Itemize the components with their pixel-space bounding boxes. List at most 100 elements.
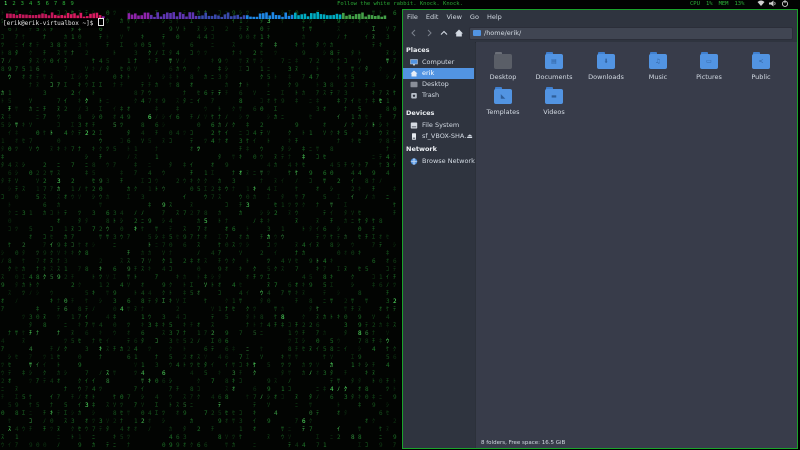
svg-text:ﾈ: ﾈ <box>372 394 375 401</box>
svg-text:ﾅ: ﾅ <box>225 218 228 225</box>
svg-text:ｷ: ｷ <box>358 362 361 369</box>
svg-text:ﾃ: ﾃ <box>211 314 214 321</box>
svg-text:ｻ: ｻ <box>281 426 284 433</box>
svg-text:ﾉ: ﾉ <box>78 106 81 113</box>
folder-pictures[interactable]: ▭ Pictures <box>685 52 733 81</box>
home-button[interactable] <box>453 27 465 39</box>
svg-text:3: 3 <box>386 34 390 41</box>
svg-text:ｻ: ｻ <box>127 410 130 417</box>
sidebar-item-browse-network[interactable]: Browse Network <box>403 156 475 167</box>
workspace-9[interactable]: 9 <box>71 0 74 8</box>
svg-text:0: 0 <box>8 218 12 225</box>
svg-text:ｷ: ｷ <box>337 66 340 73</box>
svg-text:ﾉ: ﾉ <box>344 122 347 129</box>
svg-text:ｴ: ｴ <box>246 354 249 361</box>
svg-text:ﾅ: ﾅ <box>372 178 375 185</box>
svg-text:ﾂ: ﾂ <box>1 362 4 369</box>
sidebar-item-shared-folder[interactable]: sf_VBOX-SHA... ⏏ <box>403 131 474 142</box>
svg-text:ｸ: ｸ <box>379 66 382 73</box>
svg-text:ｼ: ｼ <box>71 410 74 417</box>
svg-text:0: 0 <box>316 338 320 345</box>
svg-text:ﾃ: ﾃ <box>15 186 18 193</box>
svg-text:ｸ: ｸ <box>134 186 137 193</box>
svg-text:ﾅ: ﾅ <box>57 330 60 337</box>
svg-text:ｱ: ｱ <box>113 162 116 169</box>
svg-text:ｴ: ｴ <box>267 274 270 281</box>
svg-text:ﾄ: ﾄ <box>253 314 256 321</box>
menu-go[interactable]: Go <box>466 13 483 21</box>
svg-text:ｽ: ｽ <box>183 394 186 401</box>
svg-text:ｻ: ｻ <box>323 178 326 185</box>
sidebar-item-computer[interactable]: Computer <box>403 57 474 68</box>
svg-text:ｷ: ｷ <box>211 58 214 65</box>
svg-text:ｲ: ｲ <box>183 194 186 201</box>
svg-text:ｳ: ｳ <box>1 370 4 377</box>
eject-icon[interactable]: ⏏ <box>467 131 473 142</box>
workspace-3[interactable]: 3 <box>21 0 24 8</box>
svg-text:ﾄ: ﾄ <box>330 314 333 321</box>
svg-text:ｲ: ｲ <box>351 178 354 185</box>
menu-file[interactable]: File <box>403 13 422 21</box>
workspace-5[interactable]: 5 <box>37 0 40 8</box>
svg-text:ｳ: ｳ <box>155 178 158 185</box>
file-view[interactable]: Desktop ▤ Documents ⬇ Downloads ♫ Music … <box>476 42 797 438</box>
sidebar-item-desktop[interactable]: Desktop <box>403 79 474 90</box>
menu-help[interactable]: Help <box>483 13 506 21</box>
svg-text:1: 1 <box>204 170 208 177</box>
svg-text:ﾀ: ﾀ <box>22 250 25 257</box>
svg-text:3: 3 <box>232 370 236 377</box>
location-bar[interactable]: /home/erik/ <box>469 27 793 40</box>
svg-text:ｵ: ｵ <box>239 170 242 177</box>
folder-documents[interactable]: ▤ Documents <box>530 52 578 81</box>
svg-text:ｺ: ｺ <box>190 130 193 137</box>
svg-text:ﾆ: ﾆ <box>1 386 4 393</box>
folder-public[interactable]: < Public <box>737 52 785 81</box>
svg-text:ｺ: ｺ <box>267 242 270 249</box>
svg-text:2: 2 <box>351 186 355 193</box>
svg-text:ｶ: ｶ <box>64 34 67 41</box>
svg-text:ｳ: ｳ <box>162 186 165 193</box>
sidebar-item-erik[interactable]: erik <box>403 68 474 79</box>
svg-text:ﾉ: ﾉ <box>141 210 144 217</box>
folder-desktop[interactable]: Desktop <box>479 52 527 81</box>
svg-text:ﾂ: ﾂ <box>309 18 312 25</box>
up-button[interactable] <box>438 27 450 39</box>
terminal-window[interactable]: ﾄﾂｺﾂﾄ78ｶﾄｽ51ﾀﾈﾀﾀｺｼﾉｽ9ｵｱ4ｱﾂｳ2ﾆﾁ0ｽｳﾆ668ﾉ9ｳ… <box>0 8 401 450</box>
svg-text:ｱ: ｱ <box>372 242 375 249</box>
menu-view[interactable]: View <box>442 13 465 21</box>
menu-edit[interactable]: Edit <box>422 13 443 21</box>
svg-text:5: 5 <box>29 226 33 233</box>
workspace-1[interactable]: 1 <box>4 0 7 8</box>
workspace-8[interactable]: 8 <box>62 0 65 8</box>
workspace-4[interactable]: 4 <box>29 0 32 8</box>
workspace-6[interactable]: 6 <box>46 0 49 8</box>
folder-downloads[interactable]: ⬇ Downloads <box>582 52 630 81</box>
svg-text:ｵ: ｵ <box>148 418 151 425</box>
sidebar-item-trash[interactable]: Trash <box>403 90 474 101</box>
sidebar-item-file-system[interactable]: File System <box>403 120 474 131</box>
svg-text:ﾉ: ﾉ <box>78 394 81 401</box>
svg-text:5: 5 <box>386 354 390 361</box>
svg-text:3: 3 <box>246 202 250 209</box>
svg-text:ｿ: ｿ <box>358 58 361 65</box>
workspace-2[interactable]: 2 <box>12 0 15 8</box>
workspace-7[interactable]: 7 <box>54 0 57 8</box>
svg-text:ﾃ: ﾃ <box>253 402 256 409</box>
terminal-prompt[interactable]: [erik@erik-virtualbox ~]$ <box>3 18 106 28</box>
svg-text:ｸ: ｸ <box>246 306 249 313</box>
svg-text:ﾅ: ﾅ <box>148 58 151 65</box>
folder-templates[interactable]: ◣ Templates <box>479 87 527 116</box>
svg-text:6: 6 <box>190 42 194 49</box>
back-button[interactable] <box>408 27 420 39</box>
svg-text:ｻ: ｻ <box>113 370 116 377</box>
svg-text:ﾅ: ﾅ <box>218 114 221 121</box>
svg-text:ﾃ: ﾃ <box>211 90 214 97</box>
forward-button[interactable] <box>423 27 435 39</box>
svg-text:ﾄ: ﾄ <box>253 322 256 329</box>
svg-text:6: 6 <box>127 354 131 361</box>
folder-music[interactable]: ♫ Music <box>634 52 682 81</box>
svg-text:1: 1 <box>29 210 33 217</box>
svg-text:5: 5 <box>337 162 341 169</box>
svg-text:9: 9 <box>372 402 376 409</box>
folder-videos[interactable]: ▬ Videos <box>530 87 578 116</box>
